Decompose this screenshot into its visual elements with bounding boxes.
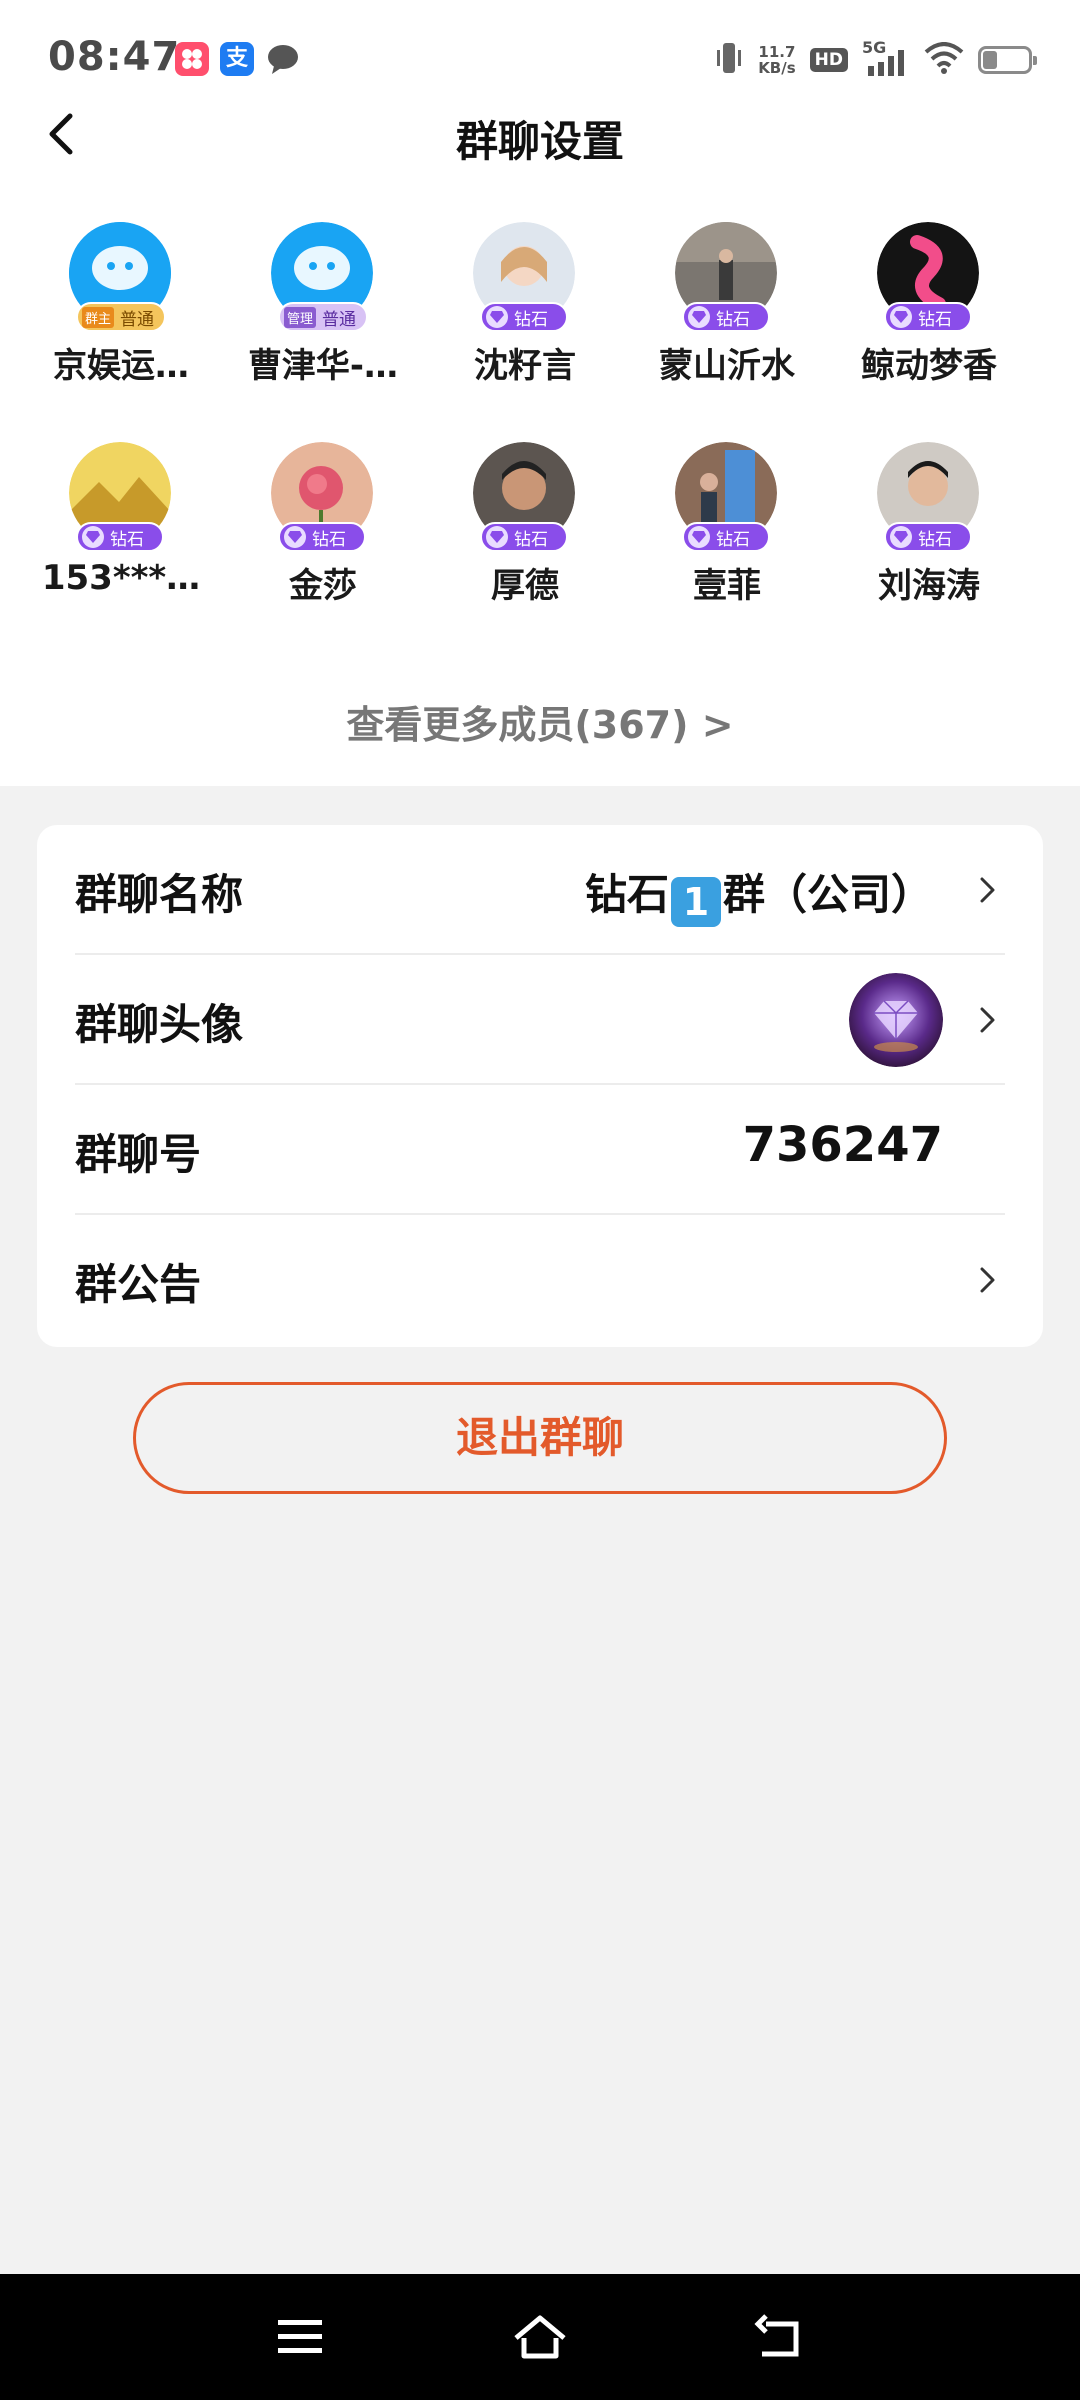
battery-icon	[978, 46, 1037, 74]
member-item[interactable]: 群主 普通 京娱运…	[20, 220, 222, 406]
menu-icon	[278, 2320, 322, 2353]
diamond-icon	[82, 526, 104, 548]
member-badge: 群主 普通	[76, 302, 167, 332]
member-badge: 钻石	[682, 302, 770, 332]
signal-icon: 5G	[862, 38, 910, 78]
member-item[interactable]: 钻石 蒙山沂水	[626, 220, 828, 406]
home-icon	[514, 2315, 566, 2359]
member-name: 鲸动梦香	[861, 346, 997, 386]
member-name: 刘海涛	[878, 566, 980, 606]
member-item[interactable]: 钻石 厚德	[424, 440, 626, 626]
member-item[interactable]: 钻石 刘海涛	[828, 440, 1030, 626]
group-number-value: 736247	[742, 1117, 943, 1173]
back-icon	[754, 2314, 799, 2357]
chevron-right-icon	[980, 1007, 995, 1033]
member-badge: 钻石	[76, 522, 164, 552]
group-avatar-image	[849, 973, 943, 1067]
back-nav-button[interactable]	[750, 2312, 810, 2362]
vibrate-icon	[714, 40, 744, 80]
diamond-icon	[284, 526, 306, 548]
wifi-icon	[924, 42, 964, 78]
member-name: 壹菲	[693, 566, 761, 606]
member-badge: 钻石	[884, 302, 972, 332]
home-button[interactable]	[510, 2312, 570, 2362]
alipay-app-icon: 支	[220, 42, 254, 76]
member-badge: 钻石	[480, 522, 568, 552]
status-bar: 08:47 支 11.7 KB/s HD 5G	[0, 0, 1080, 110]
group-notice-row[interactable]: 群公告	[75, 1215, 1005, 1345]
menu-button[interactable]	[270, 2312, 330, 2362]
exit-group-button[interactable]: 退出群聊	[133, 1382, 947, 1494]
group-avatar-row[interactable]: 群聊头像	[75, 955, 1005, 1085]
member-item[interactable]: 钻石 壹菲	[626, 440, 828, 626]
member-name: 153***…	[41, 558, 201, 598]
page-title: 群聊设置	[455, 117, 624, 166]
taobao-app-icon	[175, 42, 209, 76]
group-name-label: 群聊名称	[75, 870, 244, 919]
member-name: 曹津华-…	[247, 346, 399, 386]
member-item[interactable]: 钻石 沈籽言	[424, 220, 626, 406]
member-name: 蒙山沂水	[659, 346, 795, 386]
group-name-row[interactable]: 群聊名称 钻石 1 群（公司）	[75, 825, 1005, 955]
diamond-icon	[486, 526, 508, 548]
member-badge: 钻石	[682, 522, 770, 552]
group-notice-label: 群公告	[75, 1260, 202, 1309]
member-badge: 钻石	[278, 522, 366, 552]
member-name: 京娱运…	[53, 346, 189, 386]
status-icons: 11.7 KB/s HD 5G	[714, 38, 1037, 82]
diamond-icon	[688, 526, 710, 548]
member-name: 沈籽言	[474, 346, 576, 386]
diamond-icon	[486, 306, 508, 328]
system-nav-bar	[0, 2274, 1080, 2400]
group-number-row: 群聊号 736247	[75, 1085, 1005, 1215]
member-item[interactable]: 钻石 153***…	[20, 440, 222, 626]
diamond-icon	[688, 306, 710, 328]
group-avatar-label: 群聊头像	[75, 1000, 244, 1049]
member-badge: 管理 普通	[278, 302, 369, 332]
member-badge: 钻石	[884, 522, 972, 552]
member-item[interactable]: 钻石 鲸动梦香	[828, 220, 1030, 406]
group-settings-card: 群聊名称 钻石 1 群（公司） 群聊头像 群聊号 736247 群公告	[37, 825, 1043, 1347]
member-name: 厚德	[491, 566, 559, 606]
member-grid: 群主 普通 京娱运… 管理 普通 曹津华-… 钻石 沈籽言 钻石 蒙山沂水 钻石…	[20, 220, 1060, 626]
view-more-members-link[interactable]: 查看更多成员(367) >	[0, 694, 1080, 749]
diamond-icon	[890, 526, 912, 548]
group-number-label: 群聊号	[75, 1130, 202, 1179]
member-name: 金莎	[289, 566, 357, 606]
member-item[interactable]: 钻石 金莎	[222, 440, 424, 626]
diamond-icon	[890, 306, 912, 328]
net-speed: 11.7 KB/s	[758, 43, 796, 77]
member-item[interactable]: 管理 普通 曹津华-…	[222, 220, 424, 406]
member-badge: 钻石	[480, 302, 568, 332]
group-name-value: 钻石 1 群（公司）	[585, 861, 933, 927]
chevron-right-icon	[980, 1267, 995, 1293]
status-time: 08:47	[48, 34, 181, 80]
message-bubble-icon	[266, 42, 300, 76]
hd-badge: HD	[809, 48, 848, 72]
chevron-right-icon	[980, 877, 995, 903]
keycap-number-icon: 1	[670, 877, 721, 927]
